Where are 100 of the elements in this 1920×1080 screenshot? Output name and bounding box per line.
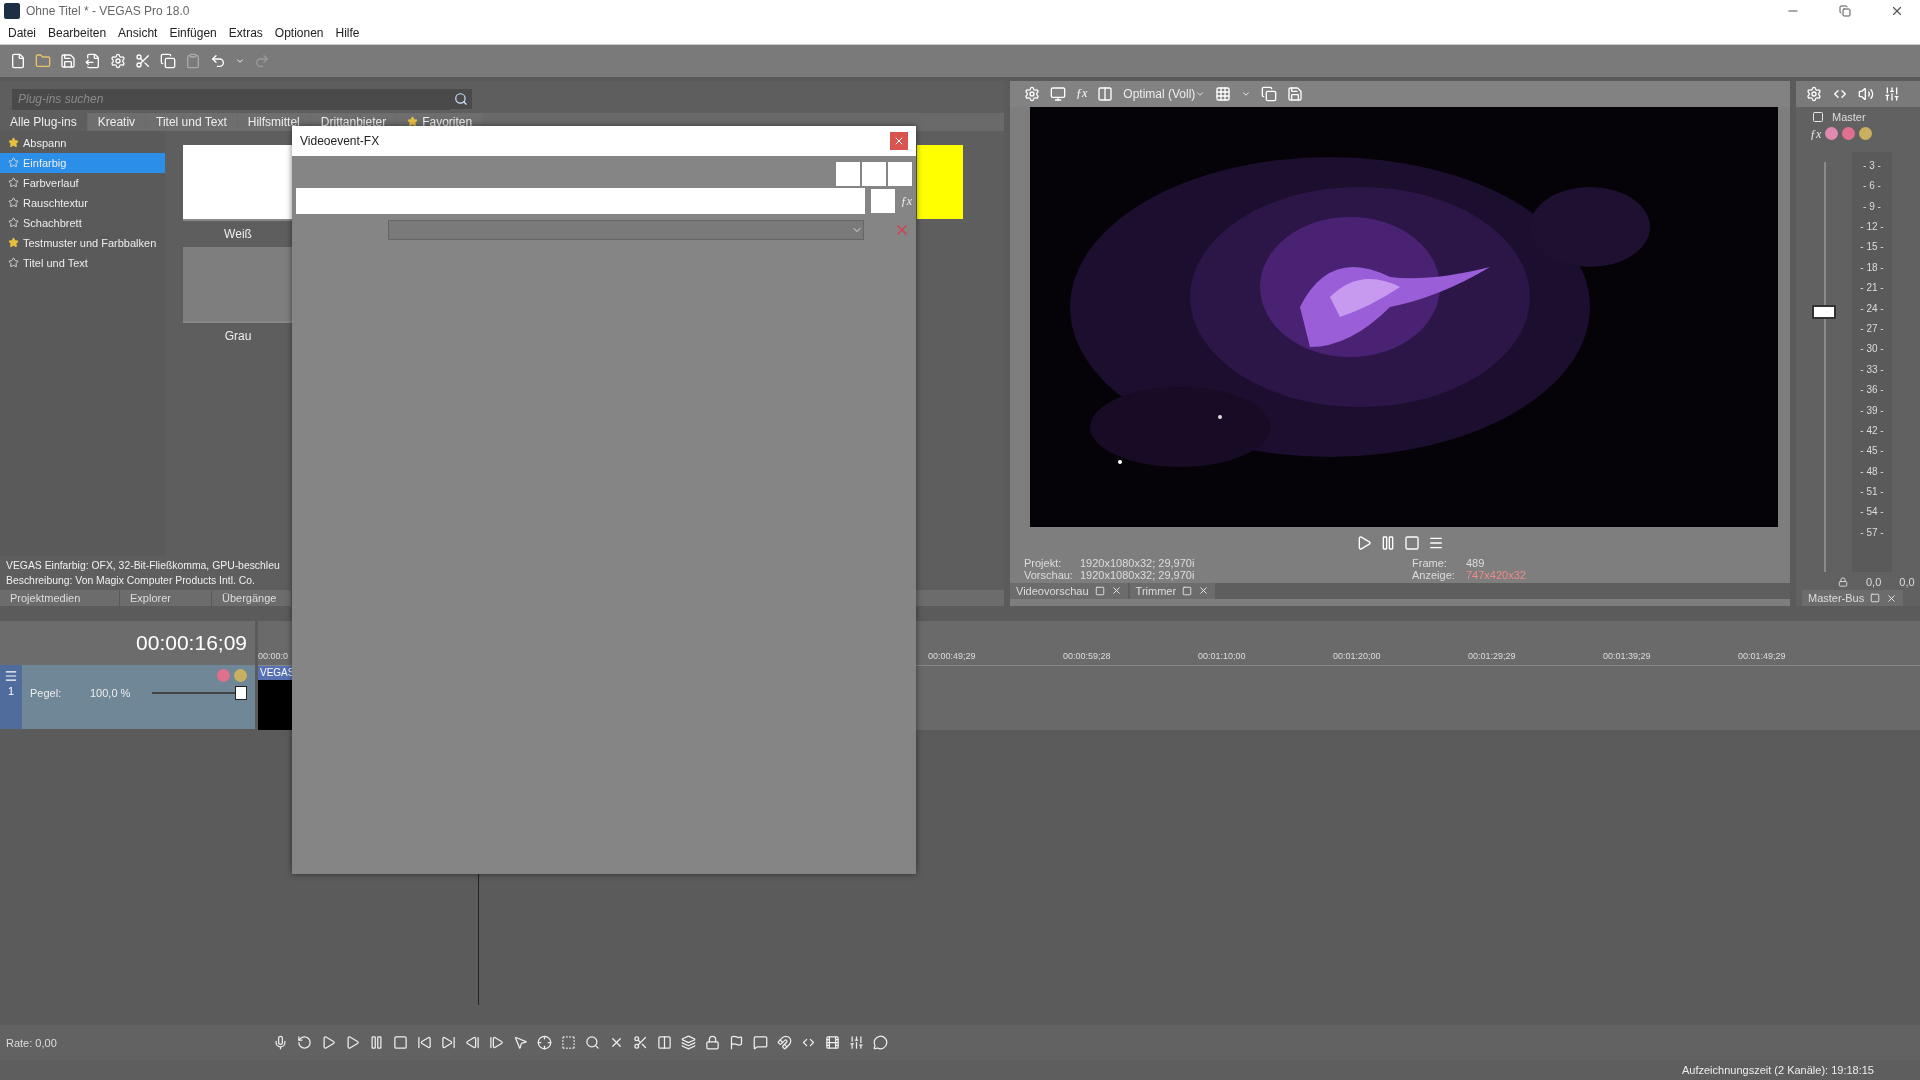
meter-scale-label: - 6 - [1862,180,1882,194]
grid-icon[interactable] [1215,85,1232,102]
stop-icon[interactable] [1404,534,1420,551]
record-icon[interactable] [1825,126,1839,140]
remove-fx-button[interactable]: ƒx [900,193,912,209]
loop-icon[interactable] [297,1035,312,1051]
split-icon[interactable] [657,1035,672,1051]
plugin-item[interactable]: Farbverlauf [0,172,165,193]
save-icon[interactable] [1287,85,1304,102]
plugin-item[interactable]: Schachbrett [0,212,165,233]
video-clip[interactable] [258,680,292,731]
settings-icon[interactable] [1806,85,1822,102]
menu-icon[interactable] [4,669,18,684]
toolbar-button[interactable] [870,189,895,213]
slider-thumb[interactable] [235,686,247,701]
new-file-icon[interactable] [10,52,26,69]
split-screen-icon[interactable] [1097,85,1114,102]
status-text: Aufzeichnungszeit (2 Kanäle): 19:18:15 [1681,1064,1874,1077]
settings-icon[interactable] [1024,85,1040,102]
fader-handle[interactable] [1812,305,1836,320]
copy-icon[interactable] [1261,85,1278,102]
quality-dropdown[interactable]: Optimal (Voll) [1123,86,1206,101]
step-back-icon[interactable] [465,1035,480,1051]
lock-icon[interactable] [1838,577,1848,588]
input-field[interactable] [296,188,865,214]
undo-icon[interactable] [210,52,226,69]
skip-forward-icon[interactable] [441,1035,456,1051]
plugin-tab[interactable]: Kreativ [87,112,146,131]
close-icon [893,135,905,147]
zoom-tool-icon[interactable] [585,1035,600,1051]
meter-scale-label: - 3 - [1862,159,1882,173]
pause-icon[interactable] [369,1035,384,1051]
speaker-icon[interactable] [1858,85,1874,102]
search-icon[interactable] [450,89,472,110]
menu-item[interactable]: Optionen [268,25,330,40]
close-button[interactable] [1110,585,1122,597]
marker-icon[interactable] [729,1035,744,1051]
maximize-button[interactable] [1094,585,1105,596]
preset-thumbnail[interactable] [917,144,963,219]
fx-button[interactable]: ƒx [1076,86,1088,102]
close-button[interactable] [890,132,908,150]
record-icon[interactable] [273,1035,288,1051]
info-label: Anzeige: [1412,568,1456,581]
close-button[interactable] [1886,592,1898,604]
menu-item[interactable]: Datei [2,25,42,40]
save-icon[interactable] [60,52,76,69]
lock-icon[interactable] [705,1035,720,1051]
edit-tool-icon[interactable] [513,1035,528,1051]
info-value: 1920x1080x32; 29,970i [1080,568,1195,581]
meter-scale-label: - 48 - [1859,465,1885,479]
plugin-item[interactable]: Einfarbig [0,152,165,173]
app-logo-icon [4,3,20,19]
plugin-tab[interactable]: Hilfsmittel [237,112,310,131]
close-button[interactable] [1198,585,1210,597]
menu-item[interactable]: Hilfe [329,25,366,40]
preset-thumbnail[interactable] [183,246,293,323]
solo-icon[interactable] [1859,126,1873,140]
meter-scale-label: - 12 - [1859,221,1885,234]
ruler-label: 00:01:49;29 [1738,651,1787,664]
plugin-item[interactable]: Testmuster und Farbbalken [0,232,165,253]
stop-icon[interactable] [393,1035,408,1051]
menu-item[interactable]: Bearbeiten [42,25,113,40]
maximize-button[interactable] [1182,585,1193,596]
render-icon[interactable] [85,52,101,69]
plugin-tab[interactable]: Alle Plug-ins [0,112,87,131]
selection-tool-icon[interactable] [561,1035,576,1051]
settings-icon[interactable] [110,52,126,69]
open-folder-icon[interactable] [35,52,51,69]
step-forward-icon[interactable] [489,1035,504,1051]
skip-back-icon[interactable] [417,1035,432,1051]
preset-thumbnail[interactable] [183,144,293,221]
play-icon[interactable] [345,1035,360,1051]
mute-icon[interactable] [1842,126,1856,140]
play-icon[interactable] [1356,534,1372,551]
meter-reading: 0,0 [1899,576,1915,589]
fx-button[interactable]: ƒx [1810,126,1822,142]
copy-icon[interactable] [160,52,176,69]
info-label: Frame: [1412,556,1448,569]
meter-scale-label: - 33 - [1859,363,1885,377]
search-field[interactable]: Plug-ins suchen [12,88,450,110]
monitor-icon[interactable] [1050,85,1066,102]
mixer-icon[interactable] [1884,85,1900,102]
meter-scale-label: - 45 - [1859,445,1885,459]
meter-scale-label: - 39 - [1859,404,1885,418]
snap-icon[interactable] [777,1035,792,1051]
plugin-item[interactable]: Titel und Text [0,252,165,273]
maximize-button[interactable] [1870,593,1881,604]
menu-item[interactable]: Extras [222,25,269,40]
plugin-item[interactable]: Abspann [0,132,165,153]
cut-icon[interactable] [135,52,151,69]
menu-item[interactable]: Ansicht [112,25,164,40]
comment-icon[interactable] [873,1035,888,1051]
pause-icon[interactable] [1380,534,1396,551]
plugin-tab[interactable]: Titel und Text [146,112,237,131]
trim-icon[interactable] [633,1035,648,1051]
plugin-item[interactable]: Rauschtextur [0,192,165,213]
level-value: 100,0 % [90,687,132,700]
info-label: Projekt: [1024,556,1063,569]
menu-item[interactable]: Einfügen [163,25,223,40]
plugin-description: Beschreibung: Von Magix Computer Products Intl. Co. [6,574,256,589]
